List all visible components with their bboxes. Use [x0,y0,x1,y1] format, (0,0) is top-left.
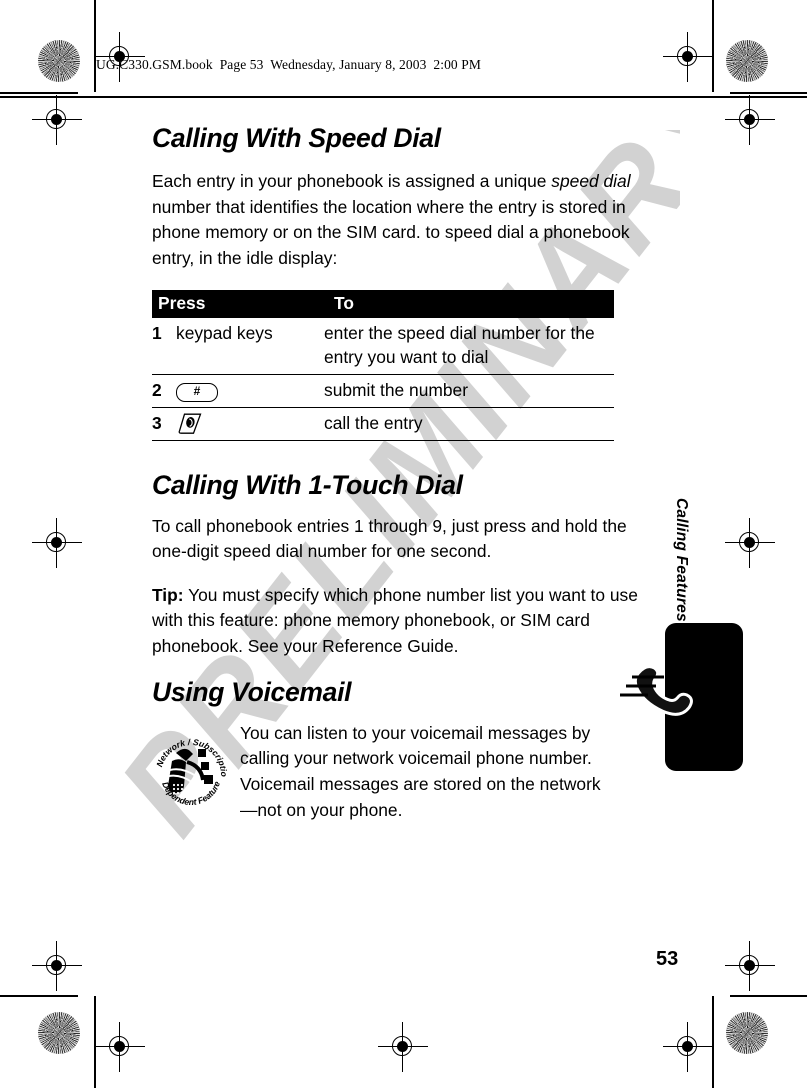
network-subscription-dependent-feature-icon: Network / Subscription Dependent Feature [149,717,230,811]
step-press: keypad keys [176,317,324,375]
table-row: 1 keypad keys enter the speed dial numbe… [152,317,614,375]
book-header-line: UG.C330.GSM.book Page 53 Wednesday, Janu… [96,57,481,72]
paragraph-one-touch-body: To call phonebook entries 1 through 9, j… [152,515,627,562]
tip-body: You must specify which phone number list… [152,584,638,657]
table-row: 2 # submit the number [152,374,614,408]
intro-text-italic: speed dial [551,171,631,192]
hash-key-icon: # [176,382,218,402]
heading-calling-with-1-touch-dial: Calling With 1-Touch Dial [152,469,463,500]
heading-calling-with-speed-dial: Calling With Speed Dial [152,123,441,153]
speed-dial-steps-table: Press To 1 keypad keys enter the speed d… [152,289,614,441]
step-action: submit the number [324,374,614,408]
manual-page: UG.C330.GSM.book Page 53 Wednesday, Janu… [0,0,807,1088]
column-header-press: Press [152,289,324,318]
intro-text-part2: number that identifies the location wher… [152,196,630,268]
send-key-icon [176,413,202,435]
svg-text:Network / Subscription: Network / Subscription [152,725,229,777]
step-action: enter the speed dial number for the entr… [324,317,614,375]
column-header-to: To [324,289,614,318]
steps-table-body: 1 keypad keys enter the speed dial numbe… [152,317,614,441]
page-number: 53 [656,948,679,970]
step-press: # [176,374,324,408]
step-number: 3 [152,407,176,441]
intro-text-part1: Each entry in your phonebook is assigned… [152,171,552,192]
steps-table-head: Press To [152,289,614,318]
heading-using-voicemail: Using Voicemail [152,676,352,707]
page-content: Calling With Speed Dial Each entry in yo… [149,123,640,823]
paragraph-voicemail-body: You can listen to your voicemail message… [240,722,601,820]
step-number: 2 [152,374,176,408]
chapter-tab-label: Calling Features [673,498,690,622]
step-number: 1 [152,317,176,375]
ringing-handset-icon [620,655,694,733]
table-row: 3 call the entry [152,407,614,441]
hash-key-label: # [193,383,201,398]
voicemail-note: Network / Subscription Dependent Feature [149,717,640,823]
paragraph-speed-dial-intro: Each entry in your phonebook is assigned… [152,169,640,271]
step-action: call the entry [324,407,614,441]
paragraph-one-touch-tip: Tip: You must specify which phone number… [152,583,640,660]
step-press [176,407,324,441]
header-rule [0,96,807,98]
tip-label: Tip: [152,584,184,605]
steps-table-header-row: Press To [152,289,614,318]
